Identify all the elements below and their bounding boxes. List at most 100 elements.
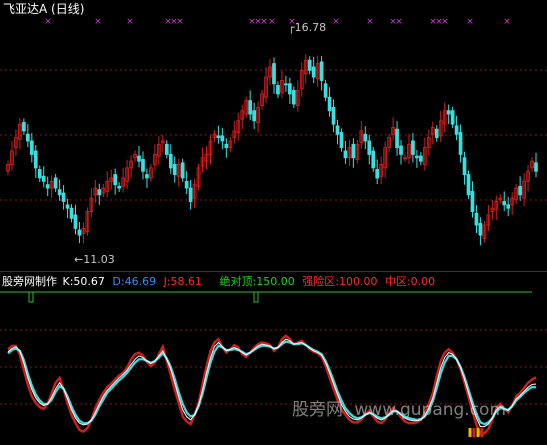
candle-body-119 <box>474 212 479 226</box>
candle-body-9 <box>37 169 42 179</box>
candle-body-7 <box>29 140 34 155</box>
chart-title: 飞亚达A (日线) <box>3 2 85 16</box>
candle-body-134 <box>534 162 538 172</box>
candle-body-130 <box>518 185 522 196</box>
candle-body-43 <box>172 164 177 176</box>
candle-body-19 <box>77 229 82 236</box>
high-value: 16.78 <box>294 21 327 34</box>
candle-body-84 <box>335 125 340 135</box>
candle-body-126 <box>502 201 507 206</box>
candle-body-120 <box>478 222 483 236</box>
candlestick-series <box>6 54 538 246</box>
candle-body-114 <box>454 125 459 135</box>
candle-body-104 <box>415 155 419 159</box>
candle-body-56 <box>224 143 229 149</box>
candle-body-83 <box>331 106 336 125</box>
candle-body-41 <box>164 143 169 155</box>
candle-body-86 <box>343 150 348 159</box>
candle-body-91 <box>363 133 368 142</box>
candle-body-82 <box>327 96 332 112</box>
bottom-signal-bar-2 <box>472 428 476 437</box>
signal-marker-10: × <box>268 17 276 27</box>
candle-body-8 <box>33 150 38 169</box>
candle-body-118 <box>470 190 475 213</box>
candle-body-68 <box>272 63 276 85</box>
candle-body-117 <box>466 174 471 196</box>
candle-body-113 <box>450 110 455 125</box>
candle-body-29 <box>117 185 122 189</box>
top-signal-mark-1 <box>28 291 34 303</box>
candle-body-109 <box>434 128 439 139</box>
candle-body-93 <box>371 150 376 169</box>
signal-marker-9: × <box>260 17 268 27</box>
bottom-signal-bar-3 <box>476 428 480 437</box>
candle-body-73 <box>291 90 296 105</box>
watermark-cn: 股旁网 <box>292 400 343 420</box>
candle-body-78 <box>311 66 316 78</box>
candle-body-10 <box>41 175 46 182</box>
candle-body-63 <box>252 110 256 122</box>
candle-body-28 <box>113 174 118 186</box>
signal-marker-18: × <box>441 17 449 27</box>
candle-body-36 <box>145 174 149 179</box>
signal-marker-2: × <box>94 17 102 27</box>
candle-body-13 <box>53 177 58 189</box>
candle-body-34 <box>137 155 141 162</box>
candle-body-85 <box>339 132 344 149</box>
signal-marker-6: × <box>176 17 184 27</box>
high-arrow-icon: ┌ <box>288 21 295 34</box>
candle-body-80 <box>319 61 324 81</box>
low-value: 11.03 <box>83 253 115 266</box>
candle-body-88 <box>351 143 356 159</box>
bottom-signal-bar-4 <box>480 428 484 437</box>
k-value: K:50.67 <box>62 275 105 288</box>
candle-body-115 <box>458 132 463 155</box>
high-annotation: ┌16.78 <box>288 21 326 34</box>
candle-body-46 <box>184 180 189 189</box>
candle-body-100 <box>399 145 403 155</box>
signal-marker-20: × <box>503 17 511 27</box>
candle-body-81 <box>323 83 328 98</box>
watermark: 股旁网 www.gupang.com <box>292 395 506 420</box>
candle-body-77 <box>307 59 312 71</box>
chart-canvas: × × × ××× ××× × × × × ×× ××× × × <box>0 17 547 437</box>
candle-body-99 <box>395 128 399 149</box>
candle-body-35 <box>141 158 145 172</box>
candle-body-14 <box>57 189 62 196</box>
candle-body-16 <box>65 204 70 209</box>
candle-body-72 <box>288 83 292 95</box>
candle-body-42 <box>168 153 173 169</box>
candle-body-112 <box>446 110 451 115</box>
candle-body-47 <box>188 187 193 202</box>
j-value: J:58.61 <box>163 275 203 288</box>
candle-body-127 <box>506 204 511 209</box>
signal-marker-19: × <box>466 17 474 27</box>
candle-body-103 <box>411 140 415 155</box>
signal-marker-1: × <box>44 17 52 27</box>
candle-body-11 <box>45 184 50 189</box>
candle-body-105 <box>419 155 423 162</box>
candle-body-15 <box>61 192 66 202</box>
signal-marker-13: × <box>366 17 374 27</box>
bottom-signal-bar-1 <box>468 428 472 437</box>
top-markers: × × × ××× ××× × × × × ×× ××× × × <box>44 17 511 27</box>
d-value: D:46.69 <box>112 275 157 288</box>
mid-level-value: 中区:0.00 <box>384 275 436 288</box>
low-arrow-icon: ← <box>74 253 84 266</box>
candle-body-92 <box>367 140 372 155</box>
candle-body-55 <box>220 135 225 142</box>
bottom-signal-markers <box>468 428 484 437</box>
candle-body-17 <box>69 207 74 219</box>
candle-body-5 <box>22 122 26 132</box>
candle-body-62 <box>248 100 253 115</box>
signal-marker-3: × <box>126 17 134 27</box>
candle-body-45 <box>180 162 185 179</box>
signal-marker-12: × <box>332 17 340 27</box>
danger-level-value: 强险区:100.00 <box>302 275 378 288</box>
signal-marker-15: × <box>395 17 403 27</box>
top-signal-mark-2 <box>253 291 259 303</box>
candle-body-6 <box>25 133 30 142</box>
indicator-name: 股旁网制作 <box>2 275 57 288</box>
watermark-url: www.gupang.com <box>354 400 507 420</box>
indicator-header: 股旁网制作 K:50.67 D:46.69 J:58.61 绝对顶:150.00… <box>2 275 435 288</box>
